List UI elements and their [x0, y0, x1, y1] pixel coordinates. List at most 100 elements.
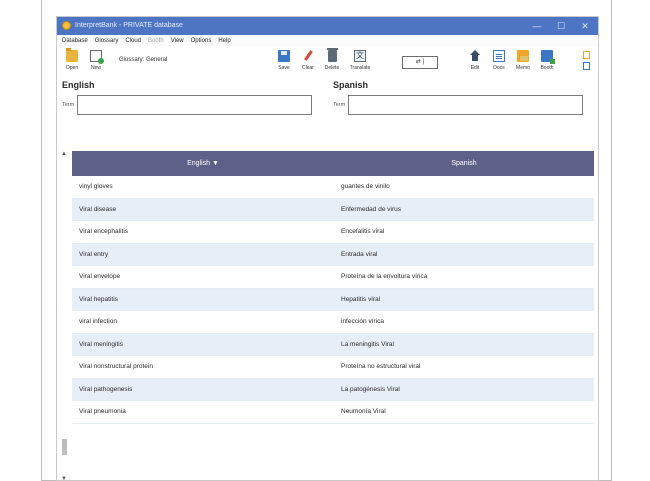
- menu-view[interactable]: View: [171, 38, 184, 44]
- menu-help[interactable]: Help: [218, 38, 230, 44]
- memo-button[interactable]: Memo: [510, 50, 536, 76]
- source-term-row: Term: [62, 95, 313, 115]
- spanish-cell: La patogénesis Viral: [341, 385, 400, 393]
- source-term-input[interactable]: [77, 95, 313, 115]
- scroll-thumb[interactable]: [62, 439, 67, 455]
- target-term-row: Term: [333, 95, 584, 115]
- spanish-cell: Proteína no estructural viral: [341, 363, 421, 371]
- trash-icon: [327, 48, 338, 62]
- translate-label: Translate: [349, 65, 371, 71]
- menu-options[interactable]: Options: [191, 38, 212, 44]
- spanish-cell: Enfermedad de virus: [341, 205, 401, 213]
- spanish-cell: Encefalitis viral: [341, 228, 385, 236]
- menu-cloud[interactable]: Cloud: [125, 38, 141, 44]
- table-row[interactable]: Viral entry Entrada viral: [72, 243, 594, 266]
- target-term-label: Term: [333, 102, 346, 108]
- scroll-up-icon[interactable]: ▲: [61, 151, 67, 157]
- table-row[interactable]: Viral disease Enfermedad de virus: [72, 198, 594, 221]
- clear-label: Clear: [302, 65, 314, 71]
- open-label: Open: [65, 65, 79, 71]
- table-header: English ▼ Spanish: [72, 151, 594, 176]
- english-cell: Viral pneumonia: [79, 408, 126, 416]
- table-row[interactable]: Viral envelope Proteína de la envoltura v…: [72, 266, 594, 289]
- menu-booth: Booth: [148, 37, 164, 44]
- new-label: New: [90, 65, 101, 71]
- table-row[interactable]: Viral pneumonia Neumonía Viral: [72, 401, 594, 424]
- english-cell: Viral hepatitis: [79, 295, 118, 303]
- booth-button[interactable]: Booth: [534, 50, 560, 76]
- scroll-down-icon[interactable]: ▼: [61, 476, 67, 480]
- source-language-heading: English: [62, 80, 95, 90]
- vertical-scrollbar[interactable]: ▲ ▼: [60, 151, 69, 480]
- table-row[interactable]: Viral nonstructural protein Proteína no e…: [72, 356, 594, 379]
- english-cell: Viral meningitis: [79, 340, 123, 348]
- english-cell: Viral pathogenesis: [79, 385, 133, 393]
- new-button[interactable]: New: [83, 50, 109, 76]
- source-term-label: Term: [62, 102, 75, 108]
- table-row[interactable]: vinyl gloves guantes de vinilo: [72, 176, 594, 199]
- table-row[interactable]: Viral pathogenesis La patogénesis Viral: [72, 378, 594, 401]
- spanish-cell: Proteína de la envoltura vírica: [341, 273, 428, 281]
- save-label: Save: [278, 65, 290, 71]
- edit-button[interactable]: Edit: [462, 50, 488, 76]
- save-icon: [278, 50, 290, 62]
- spanish-cell: guantes de vinilo: [341, 183, 390, 191]
- table-row[interactable]: Viral meningitis La meningitis Viral: [72, 333, 594, 356]
- side-mini-toolbar: [583, 51, 592, 73]
- maximize-button[interactable]: ☐: [552, 20, 570, 32]
- delete-label: Delete: [324, 65, 340, 71]
- document-icon: [493, 50, 505, 62]
- window-icon[interactable]: [583, 62, 590, 70]
- save-button[interactable]: Save: [271, 50, 297, 76]
- spanish-cell: La meningitis Viral: [341, 340, 394, 348]
- docs-button[interactable]: Docs: [486, 50, 512, 76]
- table-row[interactable]: Viral hepatitis Hepatitis viral: [72, 288, 594, 311]
- folder-icon: [66, 48, 78, 62]
- english-cell: viral infection: [79, 318, 117, 326]
- menu-glossary[interactable]: Glossary: [95, 38, 119, 44]
- spanish-cell: Neumonía Viral: [341, 408, 386, 416]
- english-cell: Viral disease: [79, 205, 117, 213]
- booth-label: Booth: [540, 65, 554, 71]
- menu-database[interactable]: Database: [62, 38, 88, 44]
- app-window: InterpretBank - PRIVATE database — ☐ ✕ D…: [56, 16, 599, 481]
- spanish-cell: infección vírica: [341, 318, 384, 326]
- edit-label: Edit: [470, 65, 480, 71]
- eraser-icon: [302, 50, 314, 62]
- window-title: InterpretBank - PRIVATE database: [75, 22, 183, 29]
- note-icon[interactable]: [583, 51, 590, 59]
- booth-icon: [541, 50, 555, 64]
- menu-bar: Database Glossary Cloud Booth View Optio…: [57, 35, 598, 46]
- translate-icon: [354, 50, 366, 62]
- english-cell: vinyl gloves: [79, 183, 113, 191]
- english-cell: Viral entry: [79, 250, 109, 258]
- memo-label: Memo: [516, 65, 530, 71]
- glossary-selector[interactable]: Glossary: General: [119, 57, 167, 63]
- toolbar: Open New Glossary: General Save Clear De…: [57, 46, 598, 78]
- close-button[interactable]: ✕: [576, 20, 594, 32]
- english-cell: Viral encephalitis: [79, 228, 129, 236]
- open-button[interactable]: Open: [59, 48, 85, 76]
- memo-folder-icon: [517, 50, 529, 62]
- home-icon: [469, 50, 481, 62]
- spanish-column-header[interactable]: Spanish: [334, 151, 594, 176]
- english-cell: Viral nonstructural protein: [79, 363, 153, 371]
- new-document-icon: [90, 50, 104, 64]
- target-term-input[interactable]: [348, 95, 584, 115]
- english-column-header[interactable]: English ▼: [72, 151, 334, 176]
- clear-button[interactable]: Clear: [295, 50, 321, 76]
- table-row[interactable]: viral infection infección vírica: [72, 311, 594, 334]
- app-logo-icon: [62, 21, 71, 30]
- table-body: vinyl gloves guantes de vinilo Viral dise…: [72, 176, 594, 424]
- delete-button[interactable]: Delete: [319, 48, 345, 76]
- spanish-cell: Entrada viral: [341, 250, 378, 258]
- target-language-heading: Spanish: [333, 80, 369, 90]
- docs-label: Docs: [493, 65, 505, 71]
- minimize-button[interactable]: —: [528, 20, 546, 32]
- title-bar: InterpretBank - PRIVATE database — ☐ ✕: [57, 17, 598, 35]
- translate-button[interactable]: Translate: [347, 50, 373, 76]
- swap-languages-field[interactable]: ⇄ |: [402, 56, 438, 69]
- table-row[interactable]: Viral encephalitis Encefalitis viral: [72, 221, 594, 244]
- glossary-table: English ▼ Spanish vinyl gloves guantes de…: [72, 151, 594, 480]
- spanish-cell: Hepatitis viral: [341, 295, 381, 303]
